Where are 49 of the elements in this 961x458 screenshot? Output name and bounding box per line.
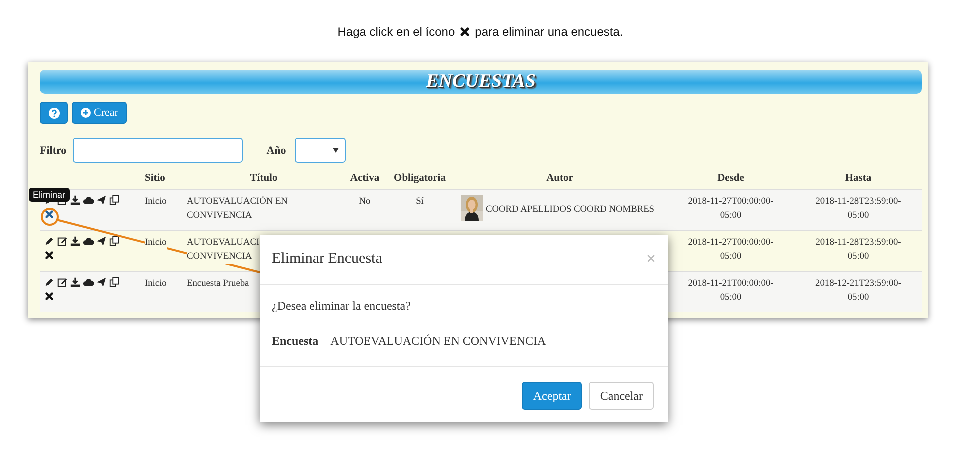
column-header: Hasta [844, 172, 873, 184]
accept-button[interactable]: Aceptar [522, 382, 582, 410]
column-header: Obligatoria [393, 172, 447, 184]
page-title: ENCUESTAS [426, 71, 536, 93]
close-button[interactable]: × [646, 250, 656, 268]
column-header: Activa [349, 172, 381, 184]
table-cell: AUTOEVALUACI CONVIVENCIA [187, 236, 261, 264]
help-icon [48, 108, 60, 118]
filter-field[interactable] [72, 138, 243, 163]
confirm-question: ¿Desea eliminar la encuesta? [272, 299, 412, 314]
pencil-icon[interactable] [44, 236, 55, 247]
copy-icon[interactable] [109, 236, 120, 247]
year-dropdown[interactable] [295, 138, 346, 163]
plus-icon [81, 108, 91, 118]
delete-icon[interactable] [44, 250, 55, 261]
download-icon[interactable] [70, 277, 81, 288]
tooltip: Eliminar [29, 188, 70, 202]
cloud-icon[interactable] [83, 277, 94, 288]
copy-icon[interactable] [109, 277, 120, 288]
column-header: Desde [716, 172, 746, 184]
highlight-circle [41, 208, 59, 226]
cloud-icon[interactable] [83, 236, 94, 247]
download-icon[interactable] [70, 236, 81, 247]
help-button[interactable] [40, 102, 68, 124]
edit-icon[interactable] [57, 236, 68, 247]
delete-icon[interactable] [44, 209, 55, 220]
cloud-icon[interactable] [83, 195, 94, 206]
field-label: Encuesta [272, 334, 319, 349]
caption-text: para eliminar una encuesta. [475, 25, 624, 39]
download-icon[interactable] [70, 195, 81, 206]
edit-icon[interactable] [57, 277, 68, 288]
pencil-icon[interactable] [44, 277, 55, 288]
filter-label: Filtro [40, 144, 67, 156]
send-icon[interactable] [96, 236, 107, 247]
cancel-button[interactable]: Cancelar [589, 382, 654, 410]
column-header: Autor [546, 172, 574, 184]
column-header: Sitio [145, 172, 166, 184]
modal-title: Eliminar Encuesta [272, 251, 382, 268]
delete-icon[interactable] [44, 291, 55, 302]
column-header: Título [249, 172, 279, 184]
table-cell: Inicio [145, 236, 167, 250]
send-icon[interactable] [96, 277, 107, 288]
send-icon[interactable] [96, 195, 107, 206]
year-label: Año [266, 144, 286, 156]
caption-text: Haga click en el ícono [338, 25, 456, 39]
copy-icon[interactable] [109, 195, 120, 206]
create-button[interactable]: Crear [72, 102, 128, 124]
field-value: AUTOEVALUACIÓN EN CONVIVENCIA [330, 334, 546, 349]
close-icon [460, 27, 470, 37]
